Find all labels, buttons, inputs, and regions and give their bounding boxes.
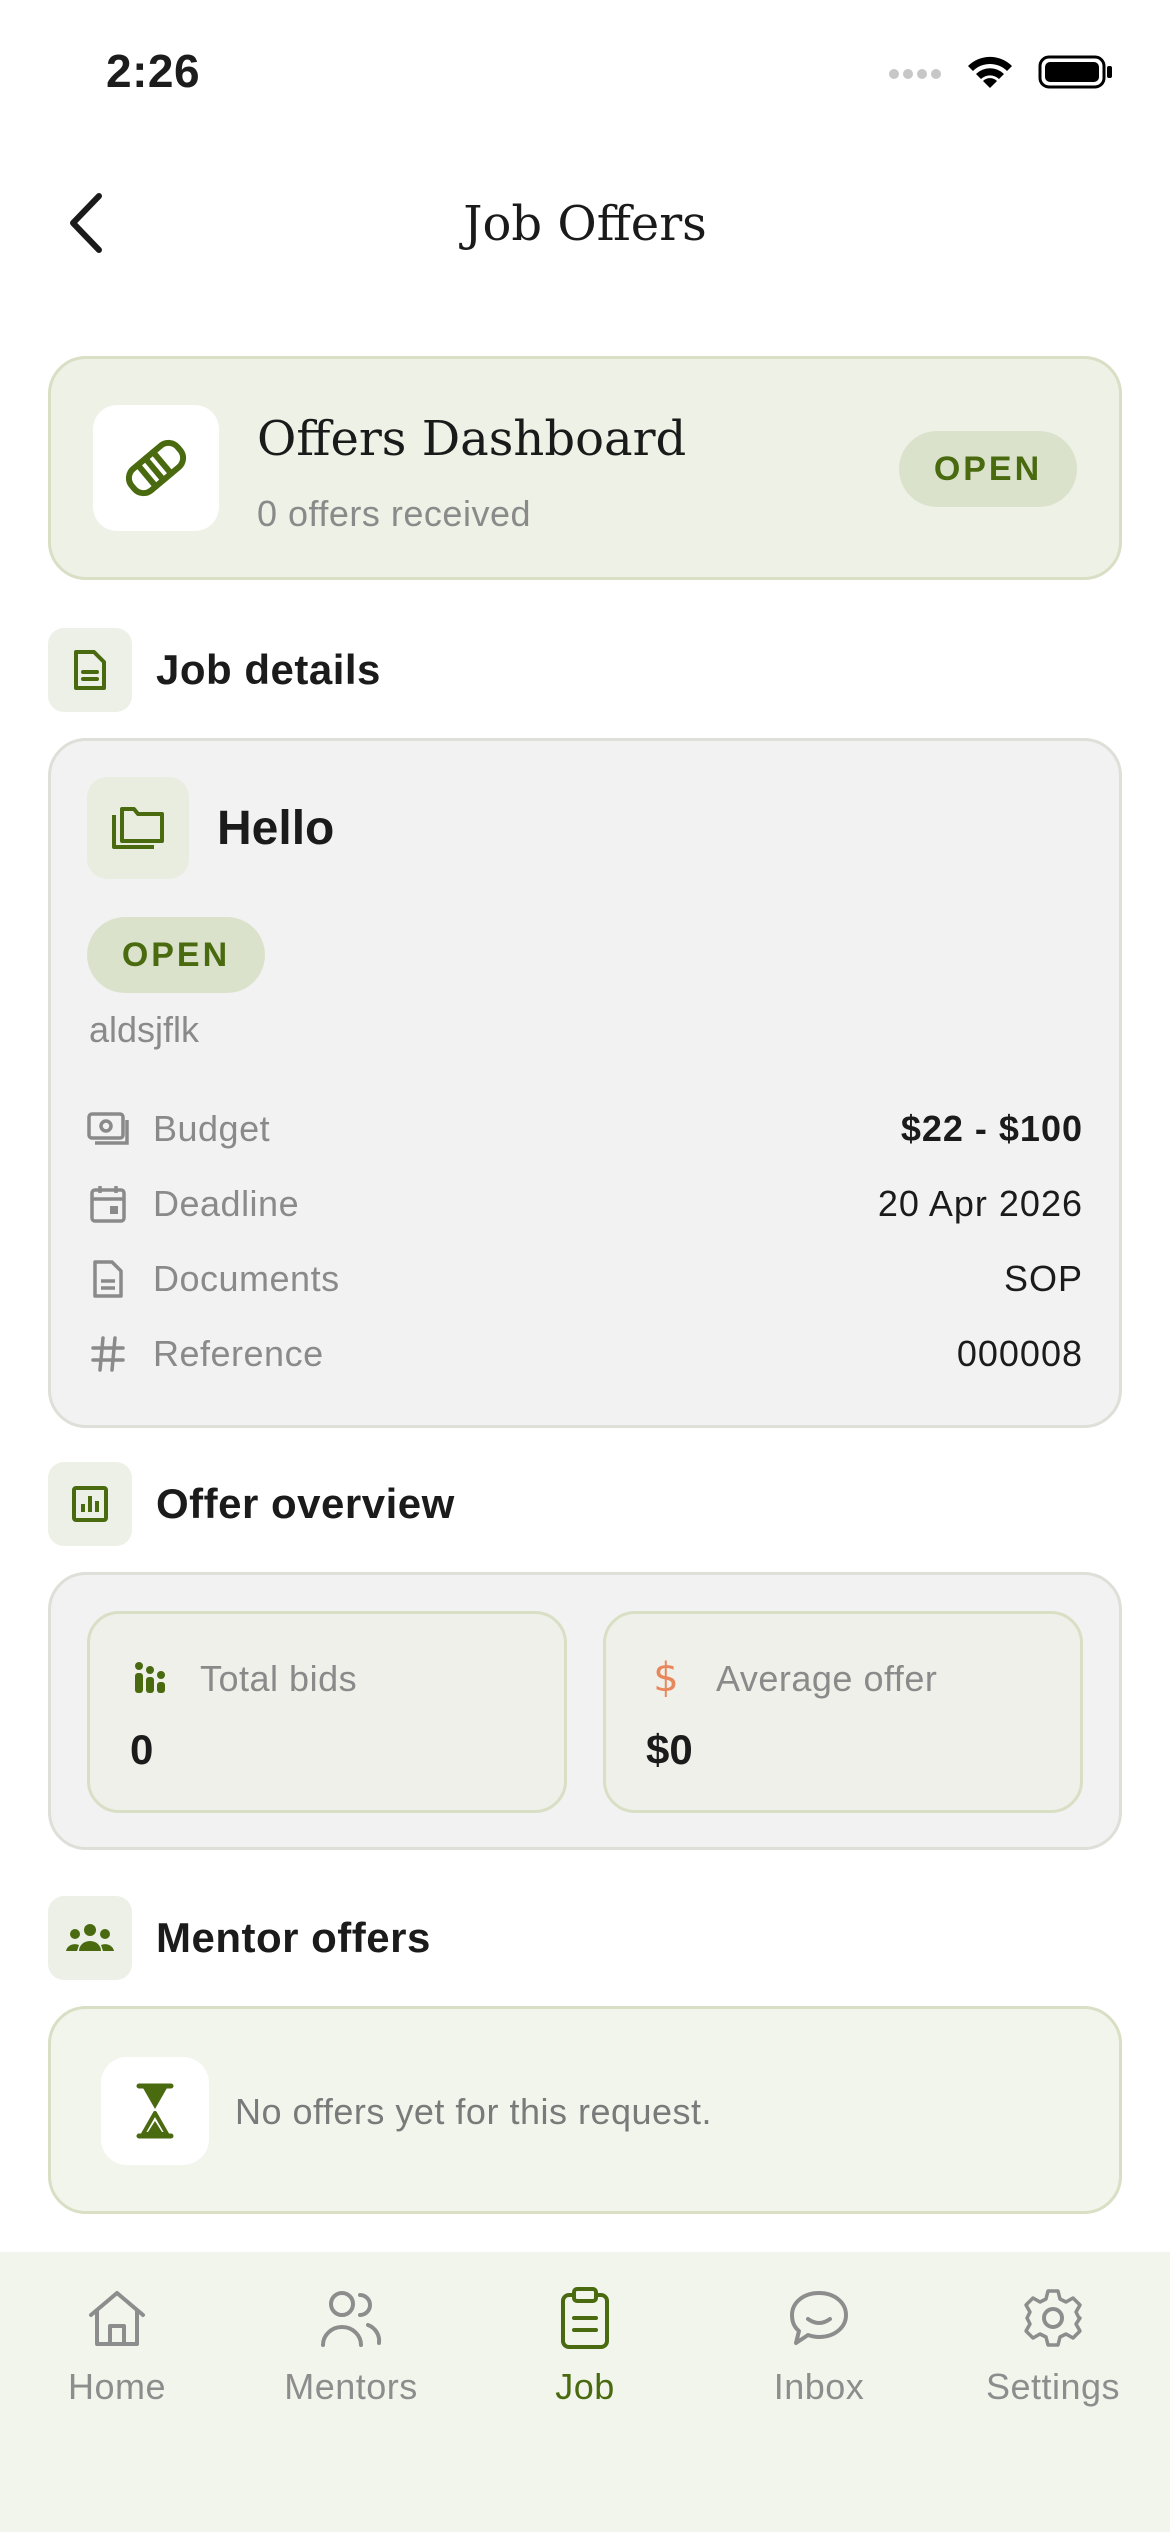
handshake-icon	[125, 439, 187, 497]
dashboard-icon-tile	[93, 405, 219, 531]
offers-dashboard-card: Offers Dashboard 0 offers received OPEN	[48, 356, 1122, 580]
reference-value: 000008	[956, 1333, 1083, 1374]
hourglass-icon	[136, 2083, 174, 2139]
job-details-section-icon	[48, 628, 132, 712]
offer-overview-card: Total bids 0 $ Average offer $0	[48, 1572, 1122, 1850]
tab-settings[interactable]: Settings	[936, 2282, 1170, 2408]
offer-overview-section-icon	[48, 1462, 132, 1546]
job-description: aldsjflk	[89, 1009, 200, 1050]
wifi-icon	[968, 56, 1012, 88]
job-icon-tile	[87, 777, 189, 879]
tab-mentors[interactable]: Mentors	[234, 2282, 468, 2408]
money-icon	[87, 1108, 129, 1150]
total-bids-label: Total bids	[200, 1658, 358, 1699]
budget-row: Budget $22 - $100	[87, 1099, 1083, 1159]
tab-job-label: Job	[555, 2366, 615, 2407]
mentor-offers-section-icon	[48, 1896, 132, 1980]
folder-icon	[112, 807, 164, 849]
job-details-card: Hello OPEN aldsjflk Budget $22 - $100 De…	[48, 738, 1122, 1428]
dashboard-subtitle: 0 offers received	[257, 493, 531, 534]
dollar-icon: $	[653, 1655, 679, 1701]
deadline-row: Deadline 20 Apr 2026	[87, 1174, 1083, 1234]
battery-icon	[1038, 55, 1112, 89]
status-time: 2:26	[106, 45, 201, 97]
dashboard-status-badge: OPEN	[899, 431, 1077, 507]
budget-value: $22 - $100	[900, 1108, 1083, 1149]
average-offer-box: $ Average offer $0	[603, 1611, 1083, 1813]
hash-icon	[87, 1333, 129, 1375]
clipboard-icon	[549, 2282, 621, 2354]
job-title: Hello	[217, 802, 335, 855]
page-title: Job Offers	[463, 196, 707, 252]
signal-icon	[889, 69, 941, 79]
deadline-label: Deadline	[153, 1183, 300, 1224]
average-offer-value: $0	[646, 1726, 693, 1773]
status-icons	[888, 52, 1114, 92]
budget-label: Budget	[153, 1108, 271, 1149]
tab-home-label: Home	[67, 2366, 167, 2407]
tab-settings-label: Settings	[985, 2366, 1121, 2407]
tab-inbox-label: Inbox	[773, 2366, 865, 2407]
offer-overview-section-title: Offer overview	[156, 1480, 455, 1527]
chart-icon	[72, 1486, 108, 1522]
reference-row: Reference 000008	[87, 1324, 1083, 1384]
people-icon	[315, 2282, 387, 2354]
tab-home[interactable]: Home	[0, 2282, 234, 2408]
tab-mentors-label: Mentors	[284, 2366, 418, 2407]
empty-state-text: No offers yet for this request.	[235, 2091, 713, 2132]
document-icon	[74, 650, 106, 690]
reference-label: Reference	[153, 1333, 324, 1374]
tab-job[interactable]: Job	[468, 2282, 702, 2408]
mentor-offers-card: No offers yet for this request.	[48, 2006, 1122, 2214]
job-status-badge: OPEN	[87, 917, 265, 993]
empty-state-icon-tile	[101, 2057, 209, 2165]
documents-value: SOP	[1003, 1258, 1083, 1299]
calendar-icon	[87, 1183, 129, 1225]
job-details-section-title: Job details	[156, 646, 381, 693]
average-offer-label: Average offer	[716, 1658, 938, 1699]
total-bids-value: 0	[130, 1726, 154, 1773]
dashboard-title: Offers Dashboard	[257, 411, 687, 467]
chat-icon	[783, 2282, 855, 2354]
tab-inbox[interactable]: Inbox	[702, 2282, 936, 2408]
group-icon	[66, 1924, 114, 1951]
mentor-offers-section-title: Mentor offers	[156, 1914, 431, 1961]
total-bids-box: Total bids 0	[87, 1611, 567, 1813]
deadline-value: 20 Apr 2026	[877, 1183, 1083, 1224]
documents-label: Documents	[153, 1258, 340, 1299]
bids-icon	[130, 1658, 170, 1698]
home-icon	[81, 2282, 153, 2354]
documents-row: Documents SOP	[87, 1249, 1083, 1309]
document-icon	[87, 1258, 129, 1300]
tab-bar: Home Mentors Job Inbox Settings	[0, 2252, 1170, 2532]
gear-icon	[1017, 2282, 1089, 2354]
